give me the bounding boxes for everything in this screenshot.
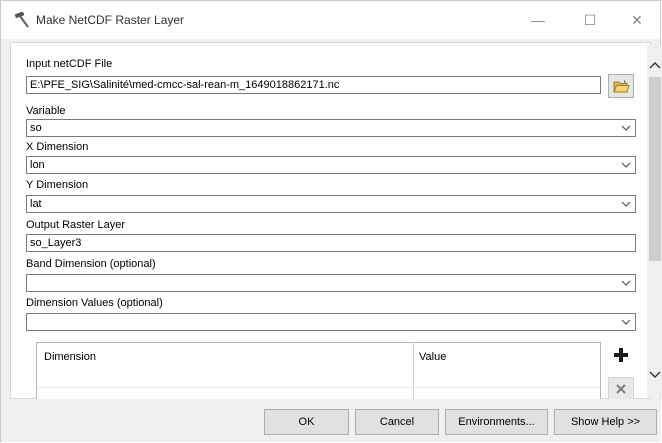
scroll-up-button[interactable] [647, 57, 662, 73]
plus-icon [614, 348, 628, 362]
input-netcdf-file-label: Input netCDF File [26, 58, 113, 70]
close-button[interactable]: ✕ [614, 1, 660, 39]
variable-value: so [30, 122, 42, 134]
dimension-values-table[interactable] [36, 342, 601, 402]
title-bar: Make NetCDF Raster Layer — ☐ ✕ [1, 1, 660, 39]
y-dimension-value: lat [30, 198, 42, 210]
chevron-down-icon [621, 280, 631, 286]
table-header-dimension: Dimension [44, 351, 96, 363]
chevron-up-icon [649, 62, 661, 69]
dialog-window: Make NetCDF Raster Layer — ☐ ✕ Input net… [0, 0, 662, 442]
remove-row-button[interactable] [608, 377, 634, 401]
table-header-value: Value [419, 351, 447, 363]
open-folder-icon [613, 79, 630, 97]
y-dimension-dropdown[interactable]: lat [26, 195, 636, 213]
maximize-button[interactable]: ☐ [567, 1, 613, 39]
minimize-button[interactable]: — [515, 1, 561, 39]
output-raster-layer-input[interactable]: so_Layer3 [26, 234, 636, 252]
chevron-down-icon [621, 319, 631, 325]
band-dimension-label: Band Dimension (optional) [26, 258, 156, 270]
input-netcdf-file-value: E:\PFE_SIG\Salinité\med-cmcc-sal-rean-m_… [30, 79, 340, 91]
variable-dropdown[interactable]: so [26, 119, 636, 137]
chevron-down-icon [649, 371, 661, 378]
dimension-values-label: Dimension Values (optional) [26, 297, 163, 309]
variable-label: Variable [26, 105, 66, 117]
window-title: Make NetCDF Raster Layer [36, 13, 185, 27]
scrollbar-thumb[interactable] [649, 77, 661, 261]
table-column-divider [413, 342, 414, 400]
table-row-divider [37, 387, 600, 388]
band-dimension-dropdown[interactable] [26, 274, 636, 292]
add-row-button[interactable] [608, 343, 634, 367]
cancel-button[interactable]: Cancel [355, 409, 439, 435]
scroll-down-button[interactable] [647, 367, 662, 383]
chevron-down-icon [621, 125, 631, 131]
y-dimension-label: Y Dimension [26, 179, 89, 191]
output-raster-layer-value: so_Layer3 [30, 237, 82, 249]
x-dimension-dropdown[interactable]: lon [26, 156, 636, 174]
ok-button[interactable]: OK [264, 409, 349, 435]
input-netcdf-file-field[interactable]: E:\PFE_SIG\Salinité\med-cmcc-sal-rean-m_… [26, 76, 601, 94]
environments-button[interactable]: Environments... [445, 409, 548, 435]
chevron-down-icon [621, 162, 631, 168]
x-icon [616, 384, 626, 394]
x-dimension-value: lon [30, 159, 45, 171]
dimension-values-dropdown[interactable] [26, 313, 636, 331]
x-dimension-label: X Dimension [26, 141, 89, 153]
show-help-button[interactable]: Show Help >> [554, 409, 657, 435]
browse-button[interactable] [608, 74, 634, 98]
chevron-down-icon [621, 201, 631, 207]
hammer-icon [13, 11, 31, 28]
output-raster-layer-label: Output Raster Layer [26, 219, 126, 231]
